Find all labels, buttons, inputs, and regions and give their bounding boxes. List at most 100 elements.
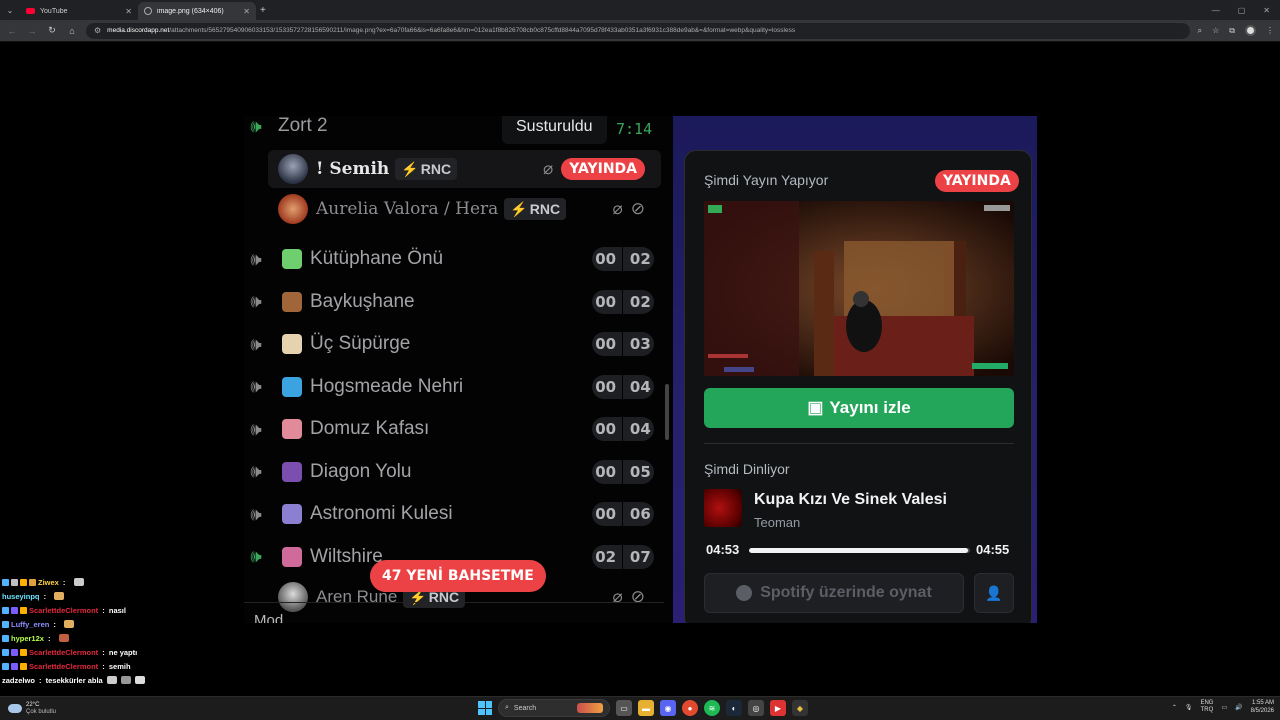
tab-youtube[interactable]: YouTube ✕ <box>20 2 138 20</box>
extensions-icon[interactable]: ⧉ <box>1229 26 1235 36</box>
back-icon[interactable]: ← <box>6 26 18 36</box>
activity-panel: Şimdi Yayın Yapıyor YAYINDA ▣ Yayını izl… <box>673 116 1037 623</box>
url-field[interactable]: ⚙ media.discordapp.net/attachments/56527… <box>86 22 1190 39</box>
play-on-spotify-button[interactable]: Spotify üzerinde oynat <box>704 573 964 613</box>
obs-icon[interactable]: ◎ <box>748 700 764 716</box>
chat-badge-icon <box>11 662 18 670</box>
search-highlight-image <box>577 703 603 713</box>
chat-username[interactable]: zadzelwo <box>2 676 35 685</box>
chat-username[interactable]: huseyinpq <box>2 592 40 601</box>
profile-avatar[interactable] <box>1245 25 1256 36</box>
stream-header: Şimdi Yayın Yapıyor <box>704 172 829 188</box>
scrollbar[interactable] <box>665 384 669 440</box>
discord-icon[interactable]: ◉ <box>660 700 676 716</box>
song-title[interactable]: Kupa Kızı Ve Sinek Valesi <box>754 491 947 509</box>
new-tab-icon[interactable]: + <box>260 5 266 16</box>
start-button[interactable] <box>478 701 492 715</box>
user-limit-counter: 00 04 <box>592 374 654 399</box>
mic-muted-icon: ⌀ <box>612 587 623 606</box>
chat-separator: : <box>36 675 44 685</box>
bolt-icon: ⚡ <box>510 200 528 217</box>
chat-emote-icon <box>58 634 69 642</box>
file-explorer-icon[interactable]: ▬ <box>638 700 654 716</box>
minimize-icon[interactable]: — <box>1212 6 1220 15</box>
weather-widget[interactable]: 22°C Çok bulutlu <box>8 702 78 716</box>
voice-user-aurelia[interactable]: Aurelia Valora / Hera ⚡ RNC ⌀ ⊘ <box>268 190 661 228</box>
network-icon[interactable]: ▭ <box>1221 704 1227 711</box>
close-window-icon[interactable]: ✕ <box>1263 6 1270 15</box>
voice-channel[interactable]: 🕪 Diagon Yolu 00 05 <box>244 452 664 492</box>
bookmark-star-icon[interactable]: ☆ <box>1212 26 1219 35</box>
chat-username[interactable]: Ziwex <box>38 578 59 587</box>
channel-emoji-icon <box>282 504 302 524</box>
site-info-icon[interactable]: ⚙ <box>94 26 101 35</box>
chat-emote-icon <box>54 592 65 600</box>
voice-channel[interactable]: 🕪 Astronomi Kulesi 00 06 <box>244 494 664 534</box>
home-icon[interactable]: ⌂ <box>66 26 78 36</box>
user-limit-counter: 00 05 <box>592 459 654 484</box>
reload-icon[interactable]: ↻ <box>46 25 58 36</box>
stream-preview[interactable] <box>704 201 1014 376</box>
volume-icon[interactable]: 🔊 <box>1235 704 1242 711</box>
voice-channel[interactable]: 🕪 Baykuşhane 00 02 <box>244 282 664 322</box>
chat-emote-icon <box>120 676 131 684</box>
speaker-icon: 🕪 <box>250 248 262 269</box>
chat-message: Ziwex : <box>2 575 242 589</box>
chat-separator: : <box>100 605 107 615</box>
chevron-up-icon[interactable]: ⌃ <box>1172 704 1177 711</box>
song-artist[interactable]: Teoman <box>754 515 800 530</box>
chat-badge-icon <box>2 648 9 656</box>
user-limit-counter: 02 07 <box>592 544 654 569</box>
chat-emote-icon <box>134 676 145 684</box>
voice-channel[interactable]: 🕪 Kütüphane Önü 00 02 <box>244 239 664 279</box>
new-mentions-button[interactable]: 47 YENİ BAHSETME <box>370 560 546 592</box>
steam-icon[interactable]: ◐ <box>726 700 742 716</box>
user-tag: ⚡ RNC <box>395 158 458 180</box>
channel-emoji-icon <box>282 291 302 312</box>
voice-channel[interactable]: 🕪 Domuz Kafası 00 04 <box>244 409 664 449</box>
youtube-icon <box>26 8 35 14</box>
chat-username[interactable]: ScarlettdeClermont <box>29 606 98 615</box>
taskbar-search[interactable]: ⌕ Search <box>498 699 610 717</box>
clock[interactable]: 1:55 AM 8/5/2026 <box>1251 699 1274 715</box>
video-app-icon[interactable]: ▶ <box>770 700 786 716</box>
chat-badge-icon <box>2 634 9 642</box>
menu-icon[interactable]: ⋮ <box>1266 26 1274 35</box>
chat-username[interactable]: hyper12x <box>11 634 44 643</box>
chat-text: nasıl <box>108 605 126 615</box>
channel-name: Baykuşhane <box>310 290 415 312</box>
avatar <box>278 194 308 224</box>
user-limit-counter: 00 03 <box>592 332 654 356</box>
chat-message: hyper12x : <box>2 631 242 645</box>
watch-stream-button[interactable]: ▣ Yayını izle <box>704 388 1014 428</box>
microphone-icon[interactable]: 🎙 <box>1185 704 1193 711</box>
language-indicator[interactable]: ENG TRQ <box>1200 700 1213 714</box>
chat-username[interactable]: Luffy_eren <box>11 620 49 629</box>
channel-name: Üç Süpürge <box>310 333 411 354</box>
maximize-icon[interactable]: ▢ <box>1238 6 1246 15</box>
lol-icon[interactable]: ◆ <box>792 700 808 716</box>
add-friend-button[interactable]: 👤 <box>974 573 1014 613</box>
voice-user-semih[interactable]: ! Semih ⚡ RNC ⌀ YAYINDA <box>268 150 661 188</box>
address-bar: ← → ↻ ⌂ ⚙ media.discordapp.net/attachmen… <box>0 20 1280 42</box>
chat-username[interactable]: ScarlettdeClermont <box>29 648 98 657</box>
spotify-taskbar-icon[interactable]: ≋ <box>704 700 720 716</box>
chrome-icon[interactable]: ● <box>682 700 698 716</box>
tab-title: image.png (634×406) <box>157 7 224 15</box>
tab-search-icon[interactable]: ⌄ <box>0 0 20 20</box>
channel-emoji-icon <box>282 249 302 269</box>
tab-image[interactable]: image.png (634×406) ✕ <box>138 2 256 20</box>
avatar <box>278 154 308 184</box>
voice-channel[interactable]: 🕪 Hogsmeade Nehri 00 04 <box>244 367 664 407</box>
voice-channel[interactable]: 🕪 Üç Süpürge 00 03 <box>244 324 664 364</box>
chat-emote-icon <box>64 620 75 628</box>
chat-separator: : <box>45 633 53 643</box>
forward-icon[interactable]: → <box>26 26 38 36</box>
close-tab-icon[interactable]: ✕ <box>125 7 132 16</box>
spotify-button-label: Spotify üzerinde oynat <box>760 584 932 601</box>
task-view-icon[interactable]: ▭ <box>616 700 632 716</box>
close-tab-icon[interactable]: ✕ <box>243 7 250 16</box>
zoom-icon[interactable]: ⌕ <box>1198 26 1202 36</box>
speaker-icon: 🕪 <box>250 376 262 396</box>
chat-username[interactable]: ScarlettdeClermont <box>29 662 98 671</box>
